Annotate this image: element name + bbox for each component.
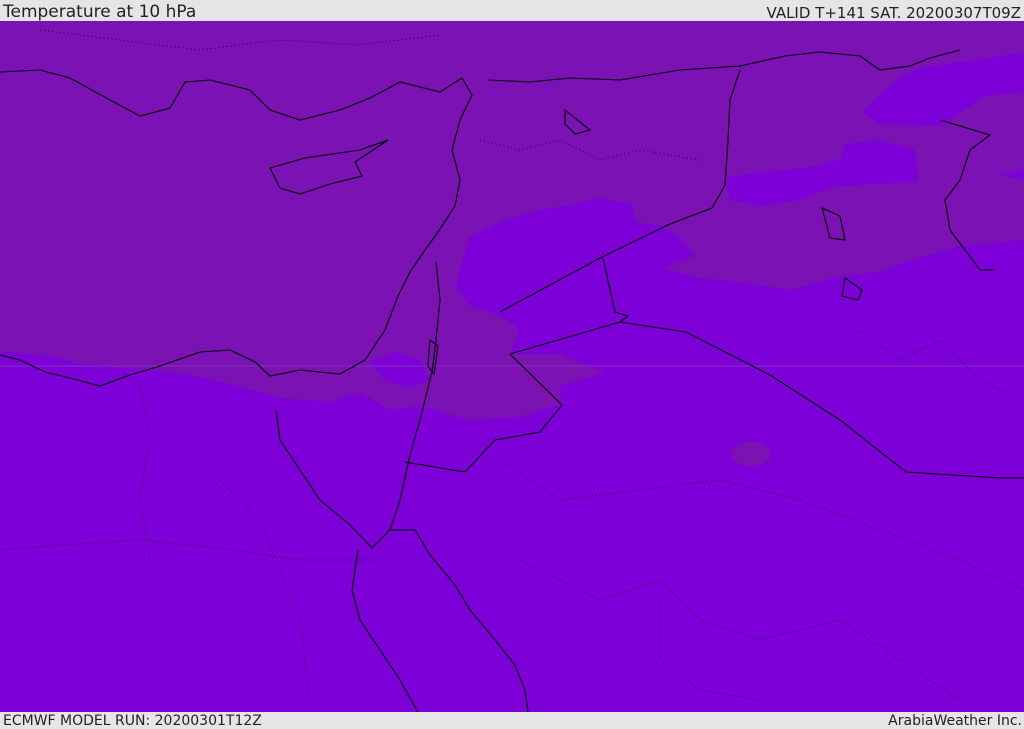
- model-run: ECMWF MODEL RUN: 20200301T12Z: [3, 713, 262, 729]
- warmer-blob: [731, 442, 771, 466]
- credit: ArabiaWeather Inc.: [888, 713, 1022, 729]
- header-bar: Temperature at 10 hPa VALID T+141 SAT. 2…: [0, 0, 1024, 21]
- footer-bar: ECMWF MODEL RUN: 20200301T12Z ArabiaWeat…: [0, 712, 1024, 729]
- map-title: Temperature at 10 hPa: [3, 2, 197, 22]
- valid-time: VALID T+141 SAT. 20200307T09Z: [766, 4, 1021, 22]
- temperature-map: [0, 21, 1024, 713]
